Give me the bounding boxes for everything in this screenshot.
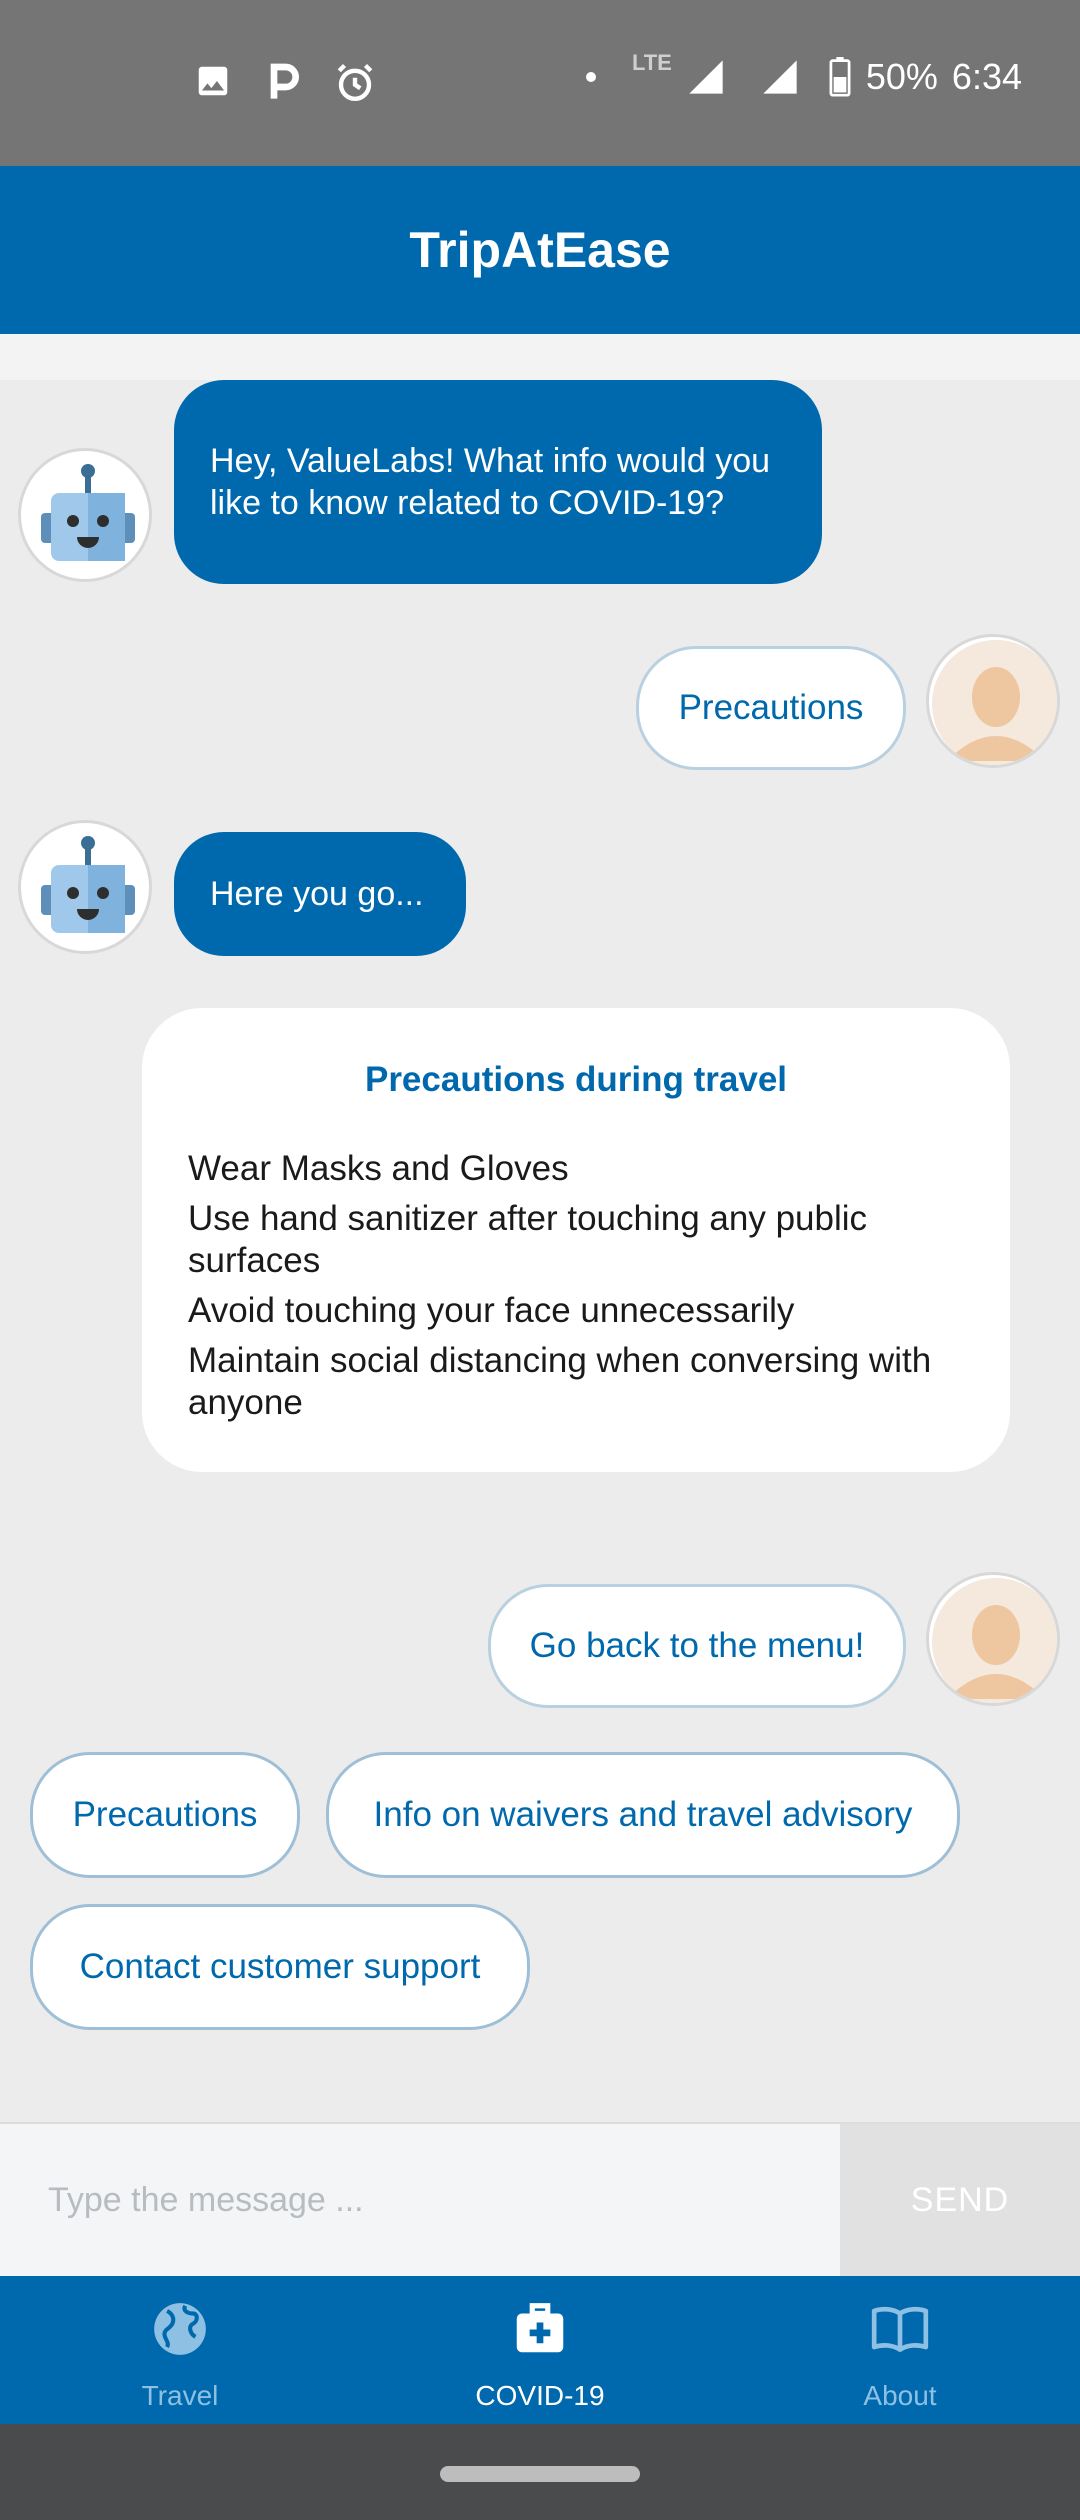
message-input[interactable] [0,2124,840,2276]
send-button-label: SEND [910,2180,1010,2219]
card-item: Wear Masks and Gloves [188,1149,569,1188]
signal-icon [689,60,723,94]
globe-icon [154,2303,206,2355]
quick-reply-waivers[interactable]: Info on waivers and travel advisory [326,1752,960,1878]
quick-reply-label: Contact customer support [79,1947,481,1986]
nav-label: About [863,2380,937,2411]
bot-message-reply: Here you go... [174,832,466,956]
quick-reply-precautions[interactable]: Precautions [30,1752,300,1878]
user-avatar [926,1572,1060,1706]
user-icon [932,640,1057,765]
nav-item-travel[interactable]: Travel [0,2276,360,2424]
robot-icon [41,464,135,561]
bot-avatar [18,820,152,954]
battery-icon [829,57,851,97]
user-message-menu: Go back to the menu! [488,1584,906,1708]
card-item: Maintain social distancing when conversi… [188,1341,932,1422]
nav-label: COVID-19 [475,2380,605,2411]
user-icon [932,1578,1057,1703]
alarm-icon [337,63,373,101]
home-gesture-handle[interactable] [440,2466,640,2482]
status-bar: LTE 50% 6:34 [0,0,1080,166]
network-type: LTE [631,50,672,75]
bottom-navigation: Travel COVID-19 About [0,2276,1080,2424]
nav-item-about[interactable]: About [720,2276,1080,2424]
status-right: LTE 50% 6:34 [585,50,1022,98]
user-avatar [926,634,1060,768]
nav-item-covid[interactable]: COVID-19 [360,2276,720,2424]
card-title: Precautions during travel [364,1060,788,1099]
bot-message-text: Hey, ValueLabs! What info would you like… [210,442,771,522]
image-icon [198,66,228,96]
app-bar: TripAtEase [0,166,1080,334]
bot-avatar [18,448,152,582]
quick-reply-label: Info on waivers and travel advisory [373,1795,913,1834]
nav-label: Travel [141,2380,219,2411]
card-item: Use hand sanitizer after touching any pu… [188,1199,868,1280]
user-message-precautions: Precautions [636,646,906,770]
quick-reply-support[interactable]: Contact customer support [30,1904,530,2030]
medical-kit-icon [516,2303,564,2353]
send-button[interactable]: SEND [840,2124,1080,2276]
user-message-text: Precautions [678,688,864,727]
dot-icon [585,72,596,82]
quick-reply-label: Precautions [72,1795,258,1834]
battery-percent: 50% [865,56,938,97]
signal-icon-2 [763,60,797,94]
bot-message-greeting: Hey, ValueLabs! What info would you like… [174,380,822,584]
card-item: Avoid touching your face unnecessarily [188,1291,795,1330]
user-message-text: Go back to the menu! [529,1626,865,1665]
app-title: TripAtEase [409,222,671,278]
bot-message-text: Here you go... [210,875,424,913]
precautions-card: Precautions during travel Wear Masks and… [142,1008,1010,1472]
message-composer: SEND [0,2122,1080,2276]
parking-icon [270,63,299,99]
app-bar-divider [0,334,1080,380]
robot-icon [41,836,135,933]
system-navigation-bar [0,2424,1080,2520]
clock: 6:34 [951,56,1022,97]
book-icon [871,2306,929,2352]
